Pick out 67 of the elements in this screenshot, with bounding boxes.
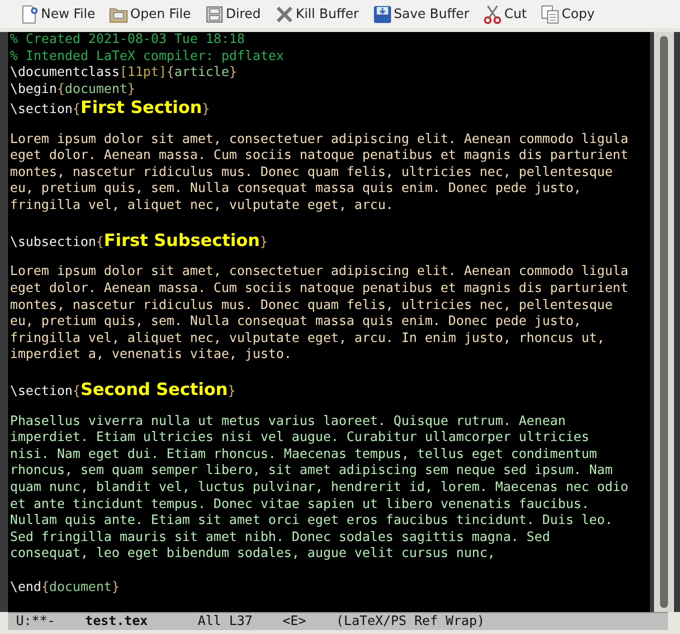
brace: } bbox=[228, 384, 236, 400]
code-comment: % Intended LaTeX compiler: pdflatex bbox=[10, 48, 284, 64]
brace: { bbox=[41, 580, 50, 595]
text-line: eget dolor. Aenean massa. Cum sociis natoque penatibus et magnis dis parturient bbox=[10, 280, 628, 296]
brace: } bbox=[202, 102, 210, 118]
brace: { bbox=[72, 102, 80, 118]
text-line: Lorem ipsum dolor sit amet, consectetuer adipiscing elit. Aenean commodo ligula bbox=[10, 264, 628, 280]
toolbar-button[interactable]: New File bbox=[16, 2, 100, 26]
text-line: et ante tincidunt tempus. Donec vitae sapien ut libero venenatis faucibus. bbox=[10, 496, 590, 512]
brace: { bbox=[96, 235, 104, 250]
toolbar-button[interactable]: Save Buffer bbox=[368, 2, 474, 26]
heading-title: Second Section bbox=[80, 380, 228, 400]
brace: } bbox=[112, 580, 120, 595]
text-line: quam nunc, blandit vel, luctus pulvinar, hendrerit id, lorem. Maecenas nec odio bbox=[10, 480, 628, 496]
brace: { bbox=[56, 82, 65, 97]
latex-command: \subsection bbox=[10, 235, 96, 250]
heading-title: First Subsection bbox=[104, 231, 260, 252]
brace: { bbox=[72, 384, 80, 400]
text-line: montes, nascetur ridiculus mus. Donec quam felis, ultricies nec, pellentesque bbox=[10, 298, 613, 312]
text-line: eu, pretium quis, sem. Nulla consequat massa quis enim. Donec pede justo, bbox=[10, 314, 582, 330]
documents-icon bbox=[540, 4, 560, 24]
latex-option: [11pt] bbox=[120, 65, 167, 80]
brace: } bbox=[229, 65, 237, 80]
cross-icon bbox=[274, 4, 294, 24]
text-line: rhoncus, sem quam semper libero, sit amet adipiscing sem neque sed ipsum. Nam bbox=[10, 463, 613, 478]
toolbar-button[interactable]: Open File bbox=[105, 2, 195, 26]
heading-title: First Section bbox=[80, 98, 202, 118]
text-line: eu, pretium quis, sem. Nulla consequat massa quis enim. Donec pede justo, bbox=[10, 181, 582, 196]
latex-command: \end bbox=[10, 580, 42, 595]
text-line: Nullam quis ante. Etiam sit amet orci eget eros faucibus tincidunt. Duis leo. bbox=[10, 513, 613, 528]
latex-argument: article bbox=[174, 65, 230, 80]
toolbar-button[interactable]: Kill Buffer bbox=[270, 2, 363, 26]
latex-command: \section bbox=[10, 102, 73, 118]
text-line: montes, nascetur ridiculus mus. Donec quam felis, ultricies nec, pellentesque bbox=[10, 164, 613, 180]
buffer-name: test.tex bbox=[85, 614, 148, 629]
latex-argument: document bbox=[64, 82, 128, 97]
latex-command: \begin bbox=[10, 82, 57, 97]
text-line: imperdiet. Etiam ultricies nisi vel augue. Curabitur ullamcorper ultricies bbox=[10, 430, 590, 446]
editor-area[interactable] bbox=[8, 32, 650, 612]
text-line: Phasellus viverra nulla ut metus varius laoreet. Quisque rutrum. Aenean bbox=[10, 414, 566, 429]
text-line: nisi. Nam eget dui. Etiam rhoncus. Maecenas tempus, tellus eget condimentum bbox=[10, 446, 597, 462]
text-line: Lorem ipsum dolor sit amet, consectetuer adipiscing elit. Aenean commodo ligula bbox=[10, 132, 628, 147]
text-line: eget dolor. Aenean massa. Cum sociis natoque penatibus et magnis dis parturient bbox=[10, 148, 628, 164]
text-line: imperdiet a, venenatis vitae, justo. bbox=[10, 347, 292, 362]
text-line: fringilla vel, aliquet nec, vulputate eget, arcu. In enim justo, rhoncus ut, bbox=[10, 330, 605, 346]
scissors-icon bbox=[483, 4, 502, 24]
latex-command: \section bbox=[10, 384, 73, 400]
latex-command: \documentclass bbox=[10, 65, 120, 80]
new-file-icon bbox=[20, 4, 39, 24]
text-line: fringilla vel, aliquet nec, vulputate eget, arcu. bbox=[10, 198, 394, 213]
text-line: Sed fringilla mauris sit amet nibh. Donec sodales sagittis magna. Sed bbox=[10, 530, 550, 545]
brace: { bbox=[166, 65, 174, 80]
cursor-position: All L37 bbox=[198, 614, 253, 629]
toolbar-button[interactable]: Cut bbox=[479, 2, 531, 26]
toolbar-button[interactable]: Dired bbox=[200, 2, 265, 26]
file-cabinet-icon bbox=[204, 4, 224, 24]
buffer-status: U:**- bbox=[16, 614, 56, 629]
scrollbar-thumb[interactable] bbox=[660, 36, 668, 608]
latex-argument: document bbox=[49, 580, 112, 595]
text-line: consequat, leo eget bibendum sodales, augue velit cursus nunc, bbox=[10, 546, 496, 562]
major-mode: (LaTeX/PS Ref Wrap) bbox=[336, 614, 485, 629]
brace: } bbox=[127, 82, 136, 97]
scrollbar[interactable] bbox=[654, 32, 674, 612]
evil-state: <E> bbox=[282, 614, 306, 629]
code-comment: % Created 2021-08-03 Tue 18:18 bbox=[10, 32, 245, 47]
toolbar-button[interactable]: Copy bbox=[536, 2, 599, 26]
brace: } bbox=[260, 235, 268, 250]
